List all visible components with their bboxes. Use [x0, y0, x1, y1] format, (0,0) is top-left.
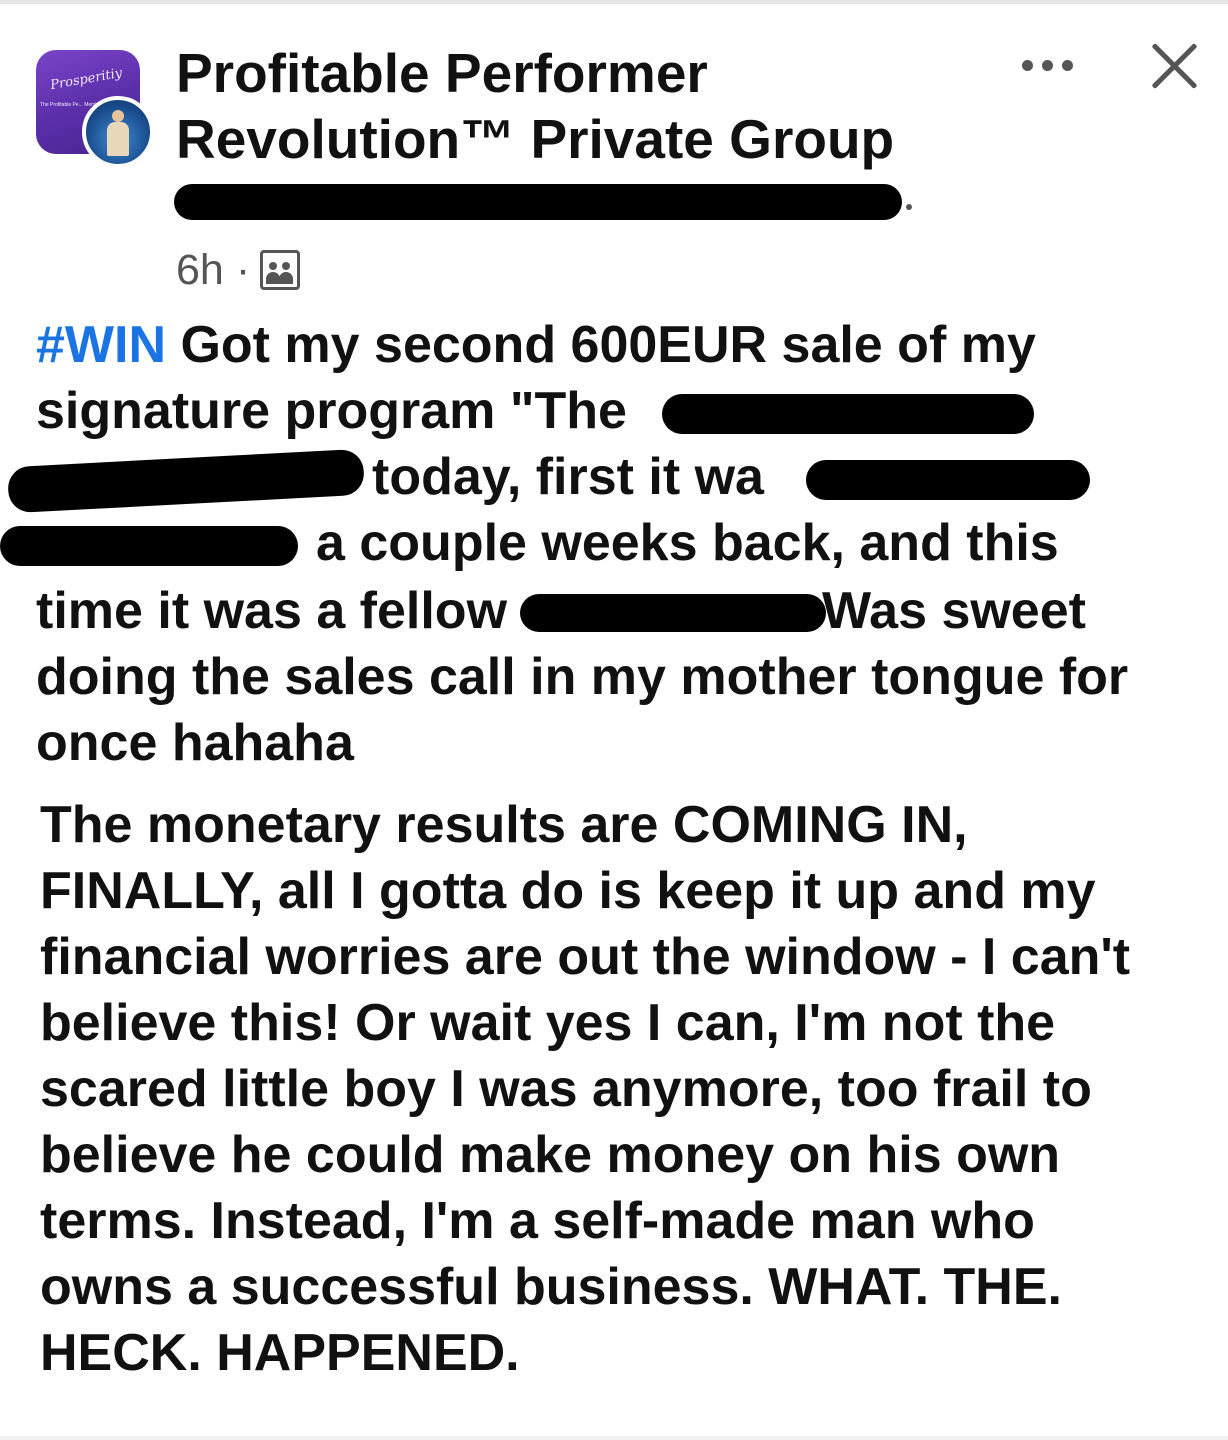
close-icon[interactable] [1148, 40, 1200, 92]
post-line-5a: time it was a fellow [36, 582, 508, 640]
para2-line: terms. Instead, I'm a self-made man who [40, 1192, 1035, 1250]
post-line-3: today, first it wa [372, 448, 764, 506]
avatar-logo-text: Prosperitiy [49, 65, 124, 94]
user-avatar[interactable] [82, 96, 154, 168]
group-name-line-2[interactable]: Revolution™ Private Group [176, 106, 976, 172]
post-line-1: #WIN Got my second 600EUR sale of my [36, 312, 1036, 378]
group-name-line-1[interactable]: Profitable Performer [176, 40, 976, 106]
redacted-program-name-2 [7, 448, 365, 514]
group-members-icon [260, 250, 301, 290]
redacted-program-name-1 [662, 394, 1034, 434]
para2-line: believe he could make money on his own [40, 1126, 1061, 1184]
group-name[interactable]: Profitable Performer Revolution™ Private… [176, 40, 976, 172]
author-dot [906, 204, 912, 210]
hashtag-win[interactable]: #WIN [36, 316, 166, 374]
post-line-2: signature program "The [36, 382, 627, 440]
redacted-nationality [520, 594, 826, 632]
meta-separator: · [235, 245, 251, 294]
redacted-customer-name-1 [806, 460, 1090, 500]
para2-line: owns a successful business. WHAT. THE. [40, 1258, 1062, 1316]
bottom-border [0, 1436, 1228, 1440]
post-meta: 6h · [176, 244, 301, 296]
more-options-icon[interactable] [1020, 56, 1076, 76]
post-line-6: doing the sales call in my mother tongue… [36, 648, 1129, 706]
author-name-redacted [174, 184, 902, 220]
post-line-5b: Was sweet [822, 582, 1086, 640]
para2-line: financial worries are out the window - I… [40, 928, 1131, 986]
para2-line: FINALLY, all I gotta do is keep it up an… [40, 862, 1096, 920]
post-line-1-text: Got my second 600EUR sale of my [166, 316, 1036, 374]
para2-line: believe this! Or wait yes I can, I'm not… [40, 994, 1056, 1052]
para2-line: scared little boy I was anymore, too fra… [40, 1060, 1092, 1118]
redacted-customer-name-2 [0, 526, 298, 566]
post-line-7: once hahaha [36, 714, 354, 772]
para2-line: HECK. HAPPENED. [40, 1324, 520, 1382]
para2-line: The monetary results are COMING IN, [40, 796, 968, 854]
top-border [0, 0, 1228, 4]
post-time[interactable]: 6h [176, 246, 224, 295]
post-line-4: a couple weeks back, and this [316, 514, 1059, 572]
